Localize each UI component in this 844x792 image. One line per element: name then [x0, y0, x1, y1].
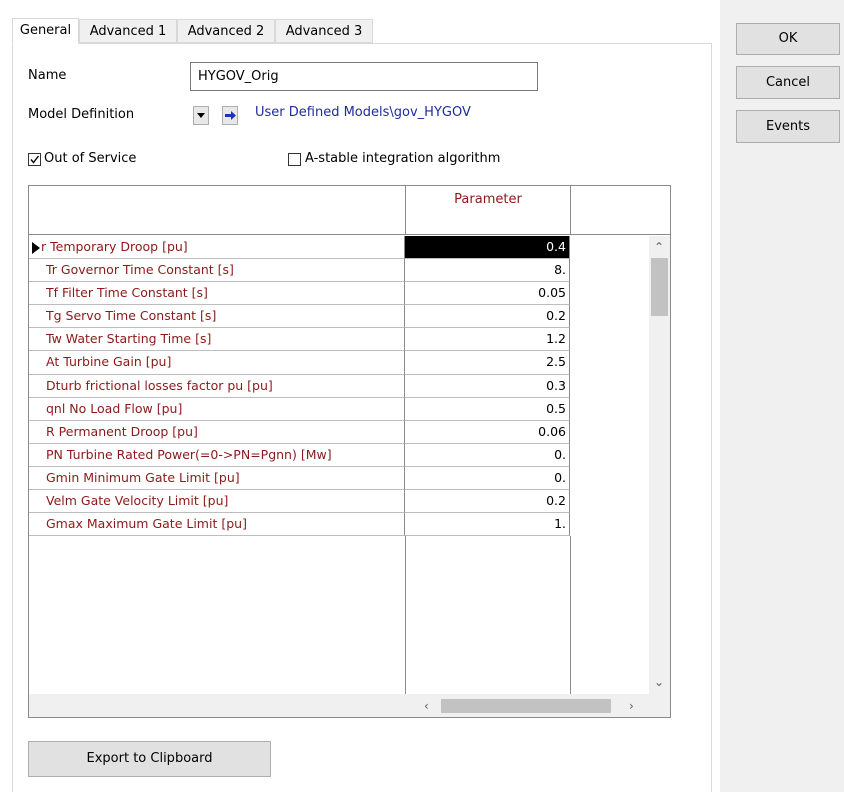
events-button[interactable]: Events	[736, 110, 840, 143]
table-row[interactable]: At Turbine Gain [pu] 2.5	[29, 351, 649, 375]
parameter-name-cell: Gmin Minimum Gate Limit [pu]	[29, 466, 405, 491]
parameter-name-cell: Dturb frictional losses factor pu [pu]	[29, 374, 405, 398]
name-label: Name	[28, 68, 67, 83]
table-row[interactable]: R Permanent Droop [pu] 0.06	[29, 420, 649, 444]
parameter-value-cell[interactable]: 8.	[405, 259, 570, 283]
parameter-name-cell: PN Turbine Rated Power(=0->PN=Pgnn) [Mw]	[29, 443, 405, 467]
astable-label: A-stable integration algorithm	[305, 151, 501, 166]
table-row[interactable]: Tr Governor Time Constant [s] 8.	[29, 259, 649, 283]
scroll-right-icon[interactable]: ›	[629, 700, 634, 712]
table-row[interactable]: Tf Filter Time Constant [s] 0.05	[29, 282, 649, 306]
table-row[interactable]: Gmin Minimum Gate Limit [pu] 0.	[29, 466, 649, 491]
checkmark-icon	[30, 155, 40, 164]
table-row[interactable]: Gmax Maximum Gate Limit [pu] 1.	[29, 513, 649, 537]
parameter-value-cell[interactable]: 1.	[405, 513, 570, 537]
scroll-down-icon[interactable]: ⌄	[654, 676, 664, 688]
name-input[interactable]: HYGOV_Orig	[190, 62, 538, 91]
grid-header-name-column	[29, 186, 406, 235]
parameter-name-cell: At Turbine Gain [pu]	[29, 351, 405, 375]
out-of-service-checkbox[interactable]	[28, 153, 41, 166]
parameter-name-cell: Tg Servo Time Constant [s]	[29, 305, 405, 329]
parameter-value-cell[interactable]: 0.	[405, 466, 570, 491]
triangle-down-icon	[197, 113, 205, 118]
table-row[interactable]: Dturb frictional losses factor pu [pu] 0…	[29, 374, 649, 398]
grid-column-divider	[570, 536, 571, 694]
vertical-scroll-thumb[interactable]	[651, 258, 668, 316]
table-row[interactable]: qnl No Load Flow [pu] 0.5	[29, 397, 649, 421]
parameter-value-cell[interactable]: 2.5	[405, 351, 570, 375]
horizontal-scroll-thumb[interactable]	[441, 699, 611, 713]
tab-advanced-2[interactable]: Advanced 2	[177, 19, 275, 43]
table-row[interactable]: Tw Water Starting Time [s] 1.2	[29, 328, 649, 352]
parameter-value-cell[interactable]: 0.05	[405, 282, 570, 306]
astable-checkbox[interactable]	[288, 153, 301, 166]
model-definition-link[interactable]: User Defined Models\gov_HYGOV	[255, 105, 471, 120]
export-to-clipboard-button[interactable]: Export to Clipboard	[28, 741, 271, 777]
out-of-service-label: Out of Service	[44, 151, 137, 166]
scroll-left-icon[interactable]: ‹	[424, 700, 429, 712]
model-definition-label: Model Definition	[28, 107, 135, 122]
parameter-value-cell[interactable]: 0.06	[405, 420, 570, 444]
model-select-dropdown-button[interactable]	[193, 106, 209, 125]
parameter-name-cell: Tf Filter Time Constant [s]	[29, 282, 405, 306]
parameter-value-cell[interactable]: 0.3	[405, 374, 570, 398]
parameter-name-cell: Tr Governor Time Constant [s]	[29, 259, 405, 283]
parameter-name-cell: Gmax Maximum Gate Limit [pu]	[29, 513, 405, 537]
parameter-grid: Parameter r Temporary Droop [pu] 0.4 Tr …	[28, 185, 671, 718]
parameter-column-header: Parameter	[454, 192, 522, 207]
parameter-value-cell[interactable]: 0.2	[405, 305, 570, 329]
model-jump-button[interactable]	[222, 106, 238, 125]
parameter-name-cell: qnl No Load Flow [pu]	[29, 397, 405, 421]
parameter-name-cell: Tw Water Starting Time [s]	[29, 328, 405, 352]
parameter-value-cell[interactable]: 0.	[405, 443, 570, 467]
grid-column-divider	[405, 536, 406, 694]
grid-rows: r Temporary Droop [pu] 0.4 Tr Governor T…	[29, 236, 649, 537]
tab-advanced-3[interactable]: Advanced 3	[275, 19, 373, 43]
parameter-value-cell[interactable]: 0.4	[405, 236, 570, 260]
scroll-up-icon[interactable]: ⌃	[654, 241, 664, 253]
vertical-scrollbar[interactable]: ⌃ ⌄	[649, 236, 670, 694]
table-row[interactable]: Tg Servo Time Constant [s] 0.2	[29, 305, 649, 329]
horizontal-scrollbar[interactable]: ‹ ›	[29, 694, 670, 717]
parameter-value-cell[interactable]: 0.5	[405, 397, 570, 421]
cancel-button[interactable]: Cancel	[736, 66, 840, 99]
grid-header-parameter-column[interactable]: Parameter	[406, 186, 571, 235]
arrow-right-icon	[225, 111, 236, 120]
tab-advanced-1[interactable]: Advanced 1	[79, 19, 177, 43]
table-row[interactable]: Velm Gate Velocity Limit [pu] 0.2	[29, 490, 649, 514]
table-row[interactable]: PN Turbine Rated Power(=0->PN=Pgnn) [Mw]…	[29, 443, 649, 467]
table-row[interactable]: r Temporary Droop [pu] 0.4	[29, 236, 649, 260]
parameter-name-cell: Velm Gate Velocity Limit [pu]	[29, 490, 405, 514]
dialog-button-sidebar: OK Cancel Events	[720, 0, 844, 792]
grid-header-row: Parameter	[29, 186, 670, 235]
parameter-name-cell: r Temporary Droop [pu]	[29, 236, 405, 260]
parameter-value-cell[interactable]: 0.2	[405, 490, 570, 514]
tab-general[interactable]: General	[12, 18, 79, 44]
parameter-name-cell: R Permanent Droop [pu]	[29, 420, 405, 444]
parameter-value-cell[interactable]: 1.2	[405, 328, 570, 352]
ok-button[interactable]: OK	[736, 23, 840, 55]
